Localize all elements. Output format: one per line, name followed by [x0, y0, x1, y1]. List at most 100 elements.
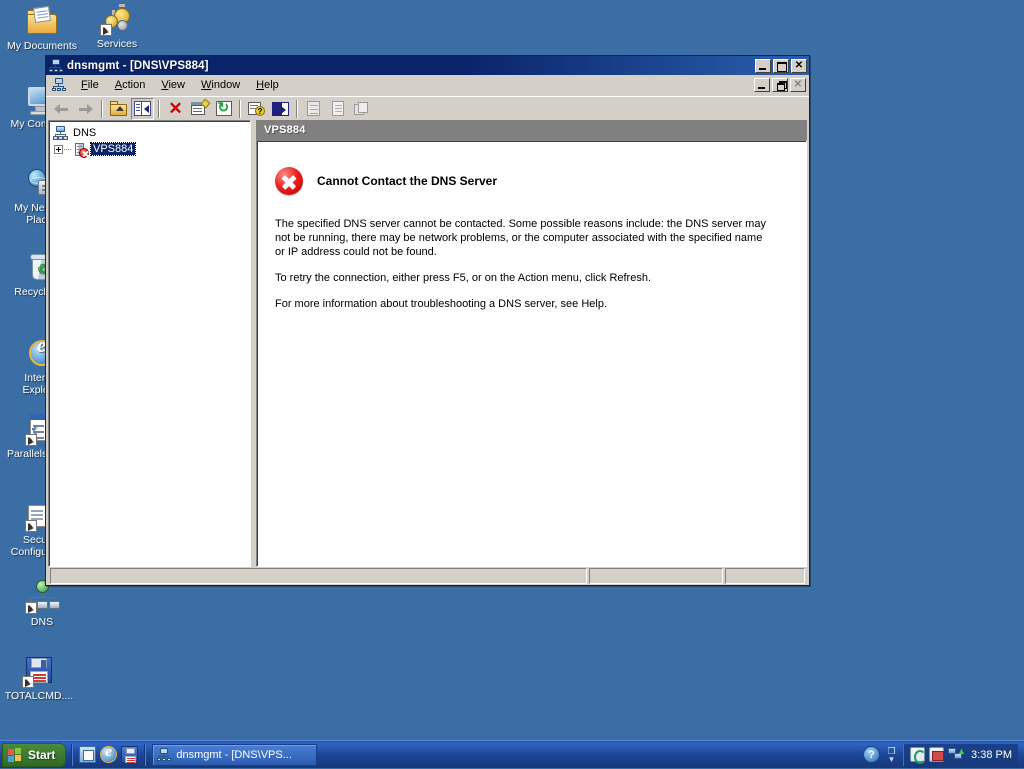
toolbar-separator — [239, 100, 241, 118]
menu-file[interactable]: FFileile — [73, 77, 107, 93]
taskbar-separator — [144, 744, 146, 766]
services-icon — [100, 2, 134, 36]
window-client-area: DNS VPS884 VPS884 — [46, 120, 809, 585]
start-button-label: Start — [28, 748, 55, 762]
my-documents-icon — [25, 4, 59, 38]
error-title: Cannot Contact the DNS Server — [317, 174, 497, 188]
toolbar-separator — [158, 100, 160, 118]
console-root-icon — [51, 78, 67, 93]
mmc-console-icon — [49, 59, 63, 73]
menu-help[interactable]: Help — [248, 77, 287, 93]
error-heading-row: Cannot Contact the DNS Server — [275, 167, 788, 195]
help-icon: ? — [248, 101, 265, 116]
taskbar: Start dnsmgmt - [DNS\VPS... ? ❐▾ ▲ — [0, 740, 1024, 768]
mdi-child-controls: ✕ — [754, 78, 809, 92]
desktop-icon-services[interactable]: Services — [80, 2, 154, 51]
start-button[interactable]: Start — [2, 743, 66, 767]
show-hide-console-tree-button[interactable] — [131, 98, 154, 120]
up-folder-icon — [110, 101, 127, 116]
close-button[interactable]: ✕ — [791, 59, 807, 73]
result-pane-header: VPS884 — [256, 120, 807, 140]
menu-action[interactable]: Action — [107, 77, 154, 93]
refresh-button[interactable] — [212, 98, 235, 120]
delete-x-icon: ✕ — [168, 101, 182, 116]
window-controls: ✕ — [755, 59, 807, 73]
totalcmd-icon — [22, 654, 56, 688]
save-floppy-icon[interactable] — [121, 746, 138, 763]
menu-window[interactable]: Window — [193, 77, 248, 93]
desktop-icon-label: DNS — [5, 617, 79, 629]
status-pane-3 — [725, 568, 805, 584]
help-button[interactable]: ? — [245, 98, 268, 120]
tray-network-icon[interactable]: ▲ — [948, 747, 963, 762]
result-pane-body: Cannot Contact the DNS Server The specif… — [256, 140, 807, 567]
mdi-close-button: ✕ — [790, 78, 806, 92]
internet-explorer-icon[interactable] — [100, 746, 117, 763]
show-pane-button[interactable] — [269, 98, 292, 120]
error-paragraph-2: To retry the connection, either press F5… — [275, 271, 773, 285]
toolbar: ✕ ? — [46, 96, 809, 120]
desktop-icon-label: My Documents — [5, 41, 79, 53]
properties-button[interactable] — [188, 98, 211, 120]
console-tree-icon — [134, 101, 151, 116]
server-gray-icon — [307, 101, 320, 116]
minimize-button[interactable] — [755, 59, 771, 73]
toggle-arrow-icon[interactable]: ❐▾ — [886, 747, 897, 763]
desktop-icon-label: TOTALCMD.... — [2, 691, 76, 703]
mdi-minimize-button[interactable] — [754, 78, 770, 92]
windows-flag-icon — [8, 748, 23, 762]
tray-icons: ▲ 3:38 PM — [903, 744, 1018, 766]
error-paragraph-3: For more information about troubleshooti… — [275, 297, 773, 311]
mmc-console-icon — [157, 748, 171, 762]
tray-green-icon[interactable] — [910, 747, 925, 762]
desktop-icon-dns[interactable]: DNS — [5, 580, 79, 629]
help-question-icon[interactable]: ? — [863, 746, 880, 763]
tray-monitor-icon[interactable] — [929, 747, 944, 762]
desktop-icon-label: Services — [80, 39, 154, 51]
system-tray: ? ❐▾ ▲ 3:38 PM — [859, 741, 1024, 769]
status-bar — [48, 567, 807, 584]
up-one-level-button[interactable] — [107, 98, 130, 120]
maximize-button[interactable] — [773, 59, 789, 73]
show-pane-icon — [272, 102, 289, 116]
forward-button[interactable] — [74, 98, 97, 120]
desktop-icon-totalcmd[interactable]: TOTALCMD.... — [2, 654, 76, 703]
error-paragraph-1: The specified DNS server cannot be conta… — [275, 217, 773, 259]
window-titlebar[interactable]: dnsmgmt - [DNS\VPS884] ✕ — [46, 56, 809, 75]
refresh-icon — [216, 101, 232, 116]
result-pane: VPS884 Cannot Contact the DNS Server The… — [256, 120, 807, 567]
dns-console-root-icon — [52, 126, 68, 141]
desktop-icon-my-documents[interactable]: My Documents — [5, 4, 79, 53]
desktop: My Documents Services My Computer My Net… — [0, 0, 1024, 740]
taskbar-button-dnsmgmt[interactable]: dnsmgmt - [DNS\VPS... — [152, 744, 317, 766]
error-circle-icon — [275, 167, 303, 195]
windows-gray-icon — [354, 102, 369, 116]
show-desktop-icon[interactable] — [79, 746, 96, 763]
tree-node-vps884[interactable]: VPS884 — [51, 141, 248, 157]
dnsmgmt-window: dnsmgmt - [DNS\VPS884] ✕ FFileile Action… — [45, 55, 810, 586]
status-pane-2 — [589, 568, 723, 584]
tree-node-label: VPS884 — [91, 143, 135, 155]
status-pane-1 — [50, 568, 587, 584]
list-gray-button — [326, 98, 349, 120]
windows-gray-button — [350, 98, 373, 120]
tree-node-dns-root[interactable]: DNS — [51, 125, 248, 141]
taskbar-separator — [71, 744, 73, 766]
new-server-button — [302, 98, 325, 120]
mdi-restore-button[interactable] — [772, 78, 788, 92]
back-button[interactable] — [50, 98, 73, 120]
taskbar-clock[interactable]: 3:38 PM — [967, 749, 1012, 761]
menu-view[interactable]: View — [153, 77, 193, 93]
arrow-left-icon — [54, 104, 69, 114]
delete-button[interactable]: ✕ — [164, 98, 187, 120]
properties-icon — [191, 101, 208, 116]
list-gray-icon — [332, 101, 344, 116]
tree-node-label: DNS — [71, 127, 98, 139]
taskbar-button-label: dnsmgmt - [DNS\VPS... — [176, 749, 292, 761]
console-tree-pane[interactable]: DNS VPS884 — [48, 120, 251, 567]
panes-container: DNS VPS884 VPS884 — [48, 120, 807, 567]
toolbar-separator — [101, 100, 103, 118]
menu-bar: FFileile Action View Window Help ✕ — [46, 75, 809, 96]
expand-plus-icon[interactable] — [54, 145, 63, 154]
arrow-right-icon — [78, 104, 93, 114]
